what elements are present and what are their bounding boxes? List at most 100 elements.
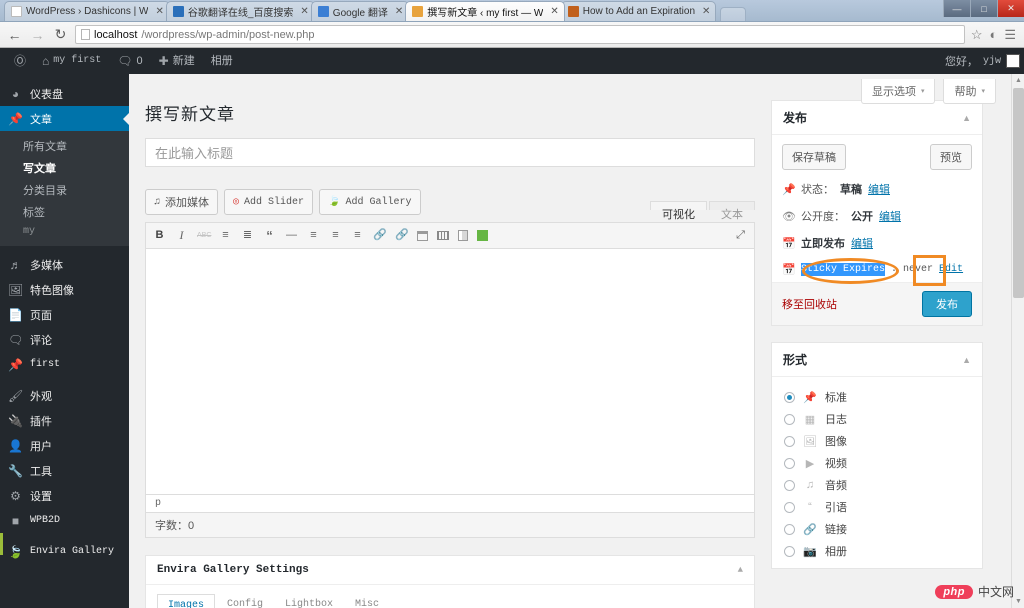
sidebar-item-featured-image[interactable]: 🖼 特色图像	[0, 277, 129, 302]
sidebar-item-wpb2d[interactable]: ■ WPB2D	[0, 508, 129, 533]
radio-video[interactable]	[784, 457, 795, 469]
radio-link[interactable]	[784, 523, 795, 535]
minimize-icon[interactable]: —	[943, 0, 970, 17]
envira-tab-config[interactable]: Config	[217, 594, 273, 608]
format-option-quote[interactable]: “ 引语	[782, 496, 972, 518]
italic-icon[interactable]: I	[175, 229, 188, 242]
back-icon[interactable]: ←	[6, 27, 23, 43]
browser-tab[interactable]: 谷歌翻译在线_百度搜索 ✕	[165, 1, 315, 21]
format-option-aside[interactable]: ▦ 日志	[782, 408, 972, 430]
add-gallery-button[interactable]: 🍃 Add Gallery	[319, 189, 421, 215]
account-menu[interactable]: 您好， yjw	[945, 53, 1024, 69]
album-menu[interactable]: 相册	[203, 48, 241, 74]
column-icon[interactable]	[458, 230, 468, 241]
keyboard-icon[interactable]	[437, 231, 449, 240]
add-media-button[interactable]: ♫ 添加媒体	[145, 189, 219, 215]
edit-schedule-link[interactable]: 编辑	[851, 235, 873, 251]
strikethrough-icon[interactable]: ABC	[197, 229, 211, 242]
unordered-list-icon[interactable]: ≡	[219, 229, 232, 242]
submenu-all-posts[interactable]: 所有文章	[0, 135, 129, 157]
browser-tab[interactable]: WordPress › Dashicons | W ✕	[4, 1, 170, 21]
edit-status-link[interactable]: 编辑	[868, 181, 890, 197]
sidebar-item-users[interactable]: 👤 用户	[0, 433, 129, 458]
format-option-audio[interactable]: ♫ 音频	[782, 474, 972, 496]
horizontal-rule-icon[interactable]: —	[285, 229, 298, 242]
site-name-menu[interactable]: ⌂ my first	[34, 48, 109, 74]
format-option-link[interactable]: 🔗 链接	[782, 518, 972, 540]
tab-text[interactable]: 文本	[709, 201, 755, 221]
add-slider-button[interactable]: ◎ Add Slider	[224, 189, 314, 215]
sidebar-item-media[interactable]: ♬ 多媒体	[0, 252, 129, 277]
browser-tab[interactable]: How to Add an Expiration ✕	[560, 1, 717, 21]
close-icon[interactable]: ✕	[392, 6, 403, 17]
save-draft-button[interactable]: 保存草稿	[782, 144, 846, 170]
forward-icon[interactable]: →	[29, 27, 46, 43]
format-option-gallery[interactable]: 📷 相册	[782, 540, 972, 562]
sidebar-item-envira-gallery[interactable]: 🍃 Envira Gallery	[0, 533, 129, 564]
address-bar-input[interactable]: localhost/wordpress/wp-admin/post-new.ph…	[75, 25, 965, 44]
sidebar-item-posts[interactable]: 📌 文章	[0, 106, 129, 131]
sidebar-item-appearance[interactable]: 🖌 外观	[0, 383, 129, 408]
unlink-icon[interactable]: 🔗	[395, 229, 409, 242]
radio-image[interactable]	[784, 435, 795, 447]
format-option-standard[interactable]: 📌 标准	[782, 386, 972, 408]
fullscreen-icon[interactable]: ⤢	[734, 229, 747, 242]
close-window-icon[interactable]: ✕	[997, 0, 1024, 17]
scrollbar-thumb[interactable]	[1013, 88, 1024, 298]
preview-button[interactable]: 预览	[930, 144, 972, 170]
align-right-icon[interactable]: ≡	[351, 229, 364, 242]
sidebar-item-comments[interactable]: 🗨 评论	[0, 327, 129, 352]
align-left-icon[interactable]: ≡	[307, 229, 320, 242]
blockquote-icon[interactable]: “	[263, 229, 276, 242]
sidebar-item-plugins[interactable]: 🔌 插件	[0, 408, 129, 433]
wp-logo-menu[interactable]: Ⓞ	[6, 48, 34, 74]
sidebar-item-dashboard[interactable]: ◕ 仪表盘	[0, 81, 129, 106]
sticky-expires-edit-link[interactable]: Edit	[939, 264, 963, 275]
close-icon[interactable]: ✕	[699, 6, 710, 17]
maximize-icon[interactable]: □	[970, 0, 997, 17]
submenu-categories[interactable]: 分类目录	[0, 179, 129, 201]
submenu-add-new-post[interactable]: 写文章	[0, 157, 129, 179]
new-content-menu[interactable]: ✚ 新建	[151, 48, 203, 74]
post-content-editor[interactable]	[146, 249, 754, 494]
comments-menu[interactable]: 🗨 0	[109, 48, 150, 74]
sidebar-item-pages[interactable]: 📄 页面	[0, 302, 129, 327]
screen-options-button[interactable]: 显示选项 ▾	[860, 79, 936, 104]
help-button[interactable]: 帮助 ▾	[943, 79, 996, 104]
envira-tab-images[interactable]: Images	[157, 594, 216, 608]
read-more-icon[interactable]	[417, 230, 428, 241]
edit-visibility-link[interactable]: 编辑	[879, 208, 901, 224]
scroll-up-icon[interactable]: ▲	[1012, 74, 1024, 87]
new-tab-button[interactable]	[720, 7, 747, 21]
chevron-up-icon[interactable]: ▲	[962, 113, 971, 123]
format-option-video[interactable]: ▶ 视频	[782, 452, 972, 474]
radio-audio[interactable]	[784, 479, 795, 491]
post-title-input[interactable]: 在此输入标题	[145, 138, 755, 167]
close-icon[interactable]: ✕	[547, 6, 558, 17]
browser-tab[interactable]: Google 翻译 ✕	[310, 1, 410, 21]
submenu-tags[interactable]: 标签	[0, 201, 129, 223]
chevron-up-icon[interactable]: ▲	[738, 565, 743, 575]
bold-icon[interactable]: B	[153, 229, 166, 242]
ordered-list-icon[interactable]: ≣	[241, 229, 254, 242]
sidebar-item-tools[interactable]: 🔧 工具	[0, 458, 129, 483]
star-icon[interactable]: ☆	[971, 27, 983, 43]
reload-icon[interactable]: ↻	[52, 26, 69, 43]
radio-quote[interactable]	[784, 501, 795, 513]
submenu-my[interactable]: my	[0, 223, 129, 240]
radio-standard[interactable]	[784, 391, 795, 403]
format-option-image[interactable]: 🖼 图像	[782, 430, 972, 452]
close-icon[interactable]: ✕	[297, 6, 308, 17]
envira-tab-misc[interactable]: Misc	[345, 594, 389, 608]
move-to-trash-link[interactable]: 移至回收站	[782, 296, 837, 312]
chevron-up-icon[interactable]: ▲	[962, 355, 971, 365]
sidebar-item-first[interactable]: 📌 first	[0, 352, 129, 377]
align-center-icon[interactable]: ≡	[329, 229, 342, 242]
close-icon[interactable]: ✕	[152, 6, 163, 17]
link-icon[interactable]: 🔗	[373, 229, 387, 242]
radio-gallery[interactable]	[784, 545, 795, 557]
sidebar-item-settings[interactable]: ⚙ 设置	[0, 483, 129, 508]
browser-tab-active[interactable]: 撰写新文章 ‹ my first — W ✕	[405, 1, 565, 21]
page-scrollbar[interactable]: ▲ ▼	[1011, 74, 1024, 608]
publish-button[interactable]: 发布	[922, 291, 972, 317]
